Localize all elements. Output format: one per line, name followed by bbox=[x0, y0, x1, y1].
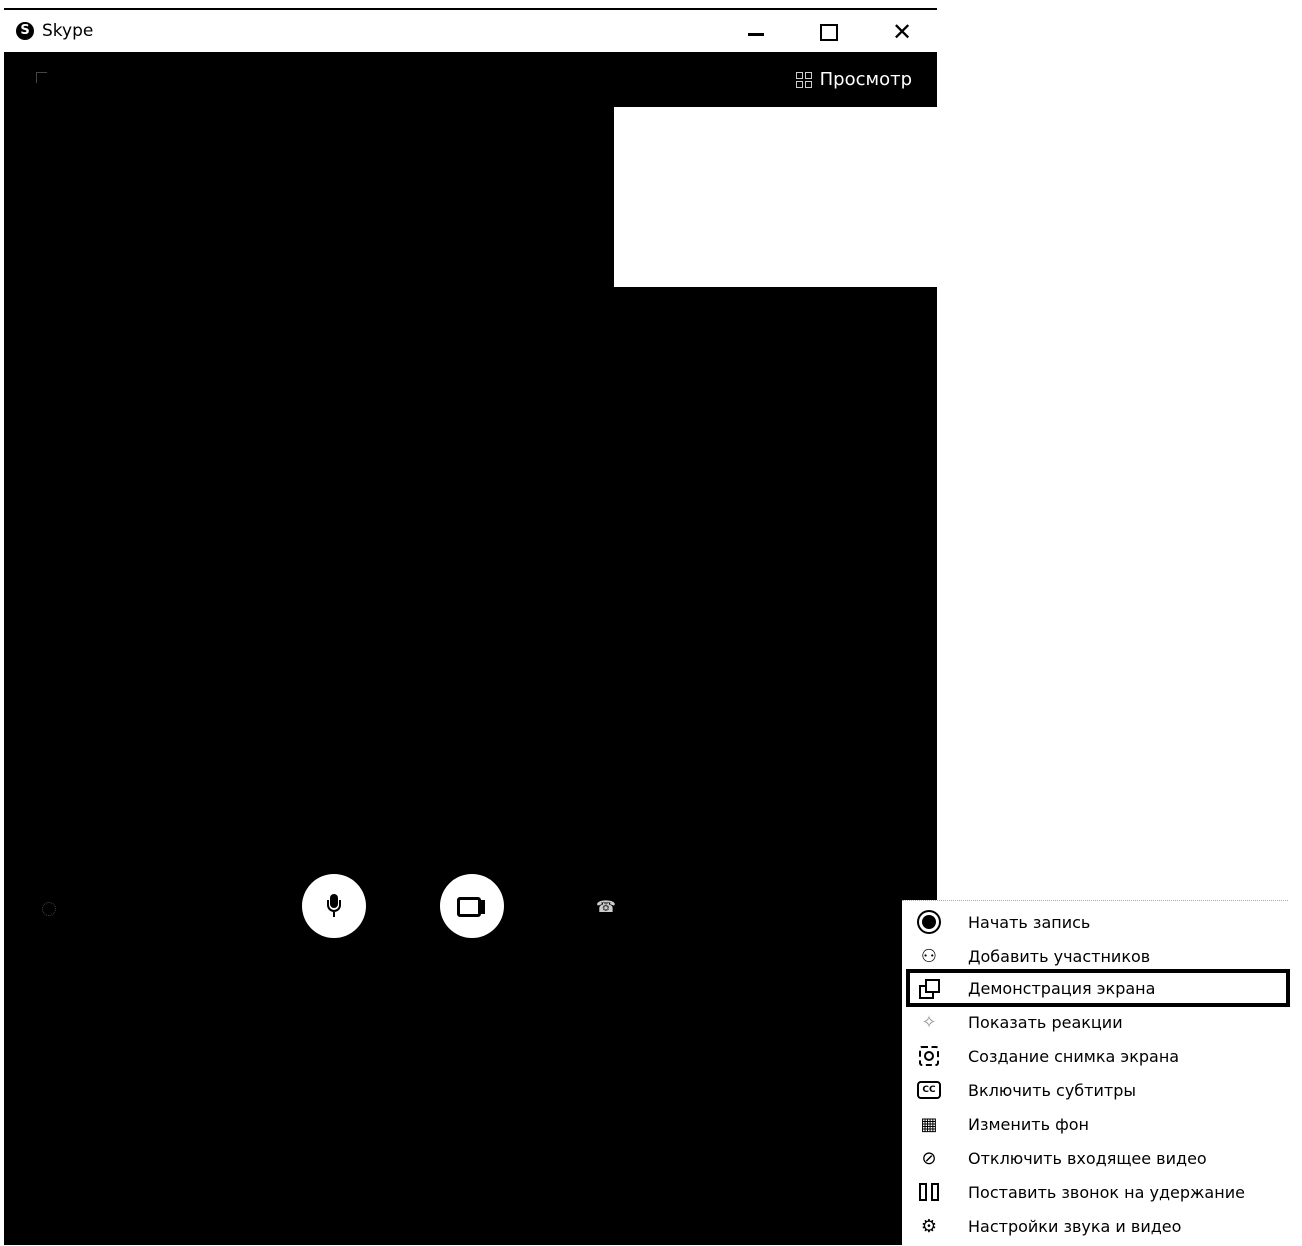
reactions-icon: ✧ bbox=[921, 1011, 937, 1033]
minimize-icon bbox=[748, 32, 764, 36]
subtitles-icon: CC bbox=[916, 1077, 942, 1103]
window-title: Skype bbox=[42, 21, 94, 41]
menu-item-audio-video-settings[interactable]: ⚙ Настройки звука и видео bbox=[902, 1209, 1288, 1243]
view-toggle-button[interactable]: Просмотр bbox=[795, 69, 912, 90]
toggle-camera-button[interactable] bbox=[440, 874, 504, 938]
menu-item-label: Начать запись bbox=[968, 912, 1091, 932]
menu-item-label: Настройки звука и видео bbox=[968, 1216, 1182, 1236]
snapshot-icon bbox=[916, 1043, 942, 1069]
maximize-button[interactable] bbox=[799, 10, 859, 54]
collapse-icon[interactable] bbox=[36, 72, 47, 83]
view-toggle-label: Просмотр bbox=[819, 69, 912, 90]
call-more-options-menu: Начать запись ⚇ Добавить участников Демо… bbox=[902, 900, 1290, 1246]
title-bar: S Skype ✕ bbox=[4, 8, 937, 54]
menu-item-subtitles[interactable]: CC Включить субтитры bbox=[902, 1073, 1288, 1107]
skype-window: S Skype ✕ Просмотр ☎ Начать запись ⚇ Доб… bbox=[0, 0, 1302, 1246]
menu-item-label: Включить субтитры bbox=[968, 1080, 1136, 1100]
menu-item-disable-incoming-video[interactable]: ⊘ Отключить входящее видео bbox=[902, 1141, 1288, 1175]
camera-icon bbox=[457, 897, 487, 917]
menu-item-label: Добавить участников bbox=[968, 946, 1151, 966]
close-button[interactable]: ✕ bbox=[872, 10, 932, 54]
grid-view-icon bbox=[795, 71, 812, 88]
call-area: Просмотр ☎ bbox=[4, 52, 937, 1245]
menu-item-label: Показать реакции bbox=[968, 1012, 1123, 1032]
record-icon bbox=[916, 909, 942, 935]
menu-item-label: Поставить звонок на удержание bbox=[968, 1182, 1245, 1202]
settings-gear-icon: ⚙ bbox=[920, 1215, 938, 1237]
menu-item-label: Изменить фон bbox=[968, 1114, 1090, 1134]
menu-item-snapshot[interactable]: Создание снимка экрана bbox=[902, 1039, 1288, 1073]
self-video-preview[interactable] bbox=[614, 107, 937, 287]
menu-item-change-background[interactable]: ▦ Изменить фон bbox=[902, 1107, 1288, 1141]
screen-share-icon bbox=[916, 975, 942, 1001]
menu-item-label: Создание снимка экрана bbox=[968, 1046, 1180, 1066]
menu-item-label: Демонстрация экрана bbox=[968, 978, 1156, 998]
menu-item-start-recording[interactable]: Начать запись bbox=[902, 905, 1288, 939]
chat-icon[interactable] bbox=[42, 902, 56, 916]
mute-microphone-button[interactable] bbox=[302, 874, 366, 938]
microphone-icon bbox=[327, 894, 341, 918]
add-person-icon: ⚇ bbox=[920, 945, 938, 967]
minimize-button[interactable] bbox=[726, 10, 786, 54]
video-off-icon: ⊘ bbox=[921, 1147, 937, 1169]
menu-item-hold-call[interactable]: Поставить звонок на удержание bbox=[902, 1175, 1288, 1209]
menu-item-label: Отключить входящее видео bbox=[968, 1148, 1207, 1168]
close-icon: ✕ bbox=[891, 18, 913, 46]
menu-item-add-participants[interactable]: ⚇ Добавить участников bbox=[902, 939, 1288, 973]
background-icon: ▦ bbox=[920, 1113, 938, 1135]
skype-logo-icon: S bbox=[16, 22, 34, 40]
menu-item-screen-share[interactable]: Демонстрация экрана bbox=[906, 969, 1290, 1007]
hang-up-button[interactable]: ☎ bbox=[596, 897, 616, 916]
maximize-icon bbox=[820, 23, 838, 41]
menu-item-show-reactions[interactable]: ✧ Показать реакции bbox=[902, 1005, 1288, 1039]
hold-icon bbox=[916, 1179, 942, 1205]
